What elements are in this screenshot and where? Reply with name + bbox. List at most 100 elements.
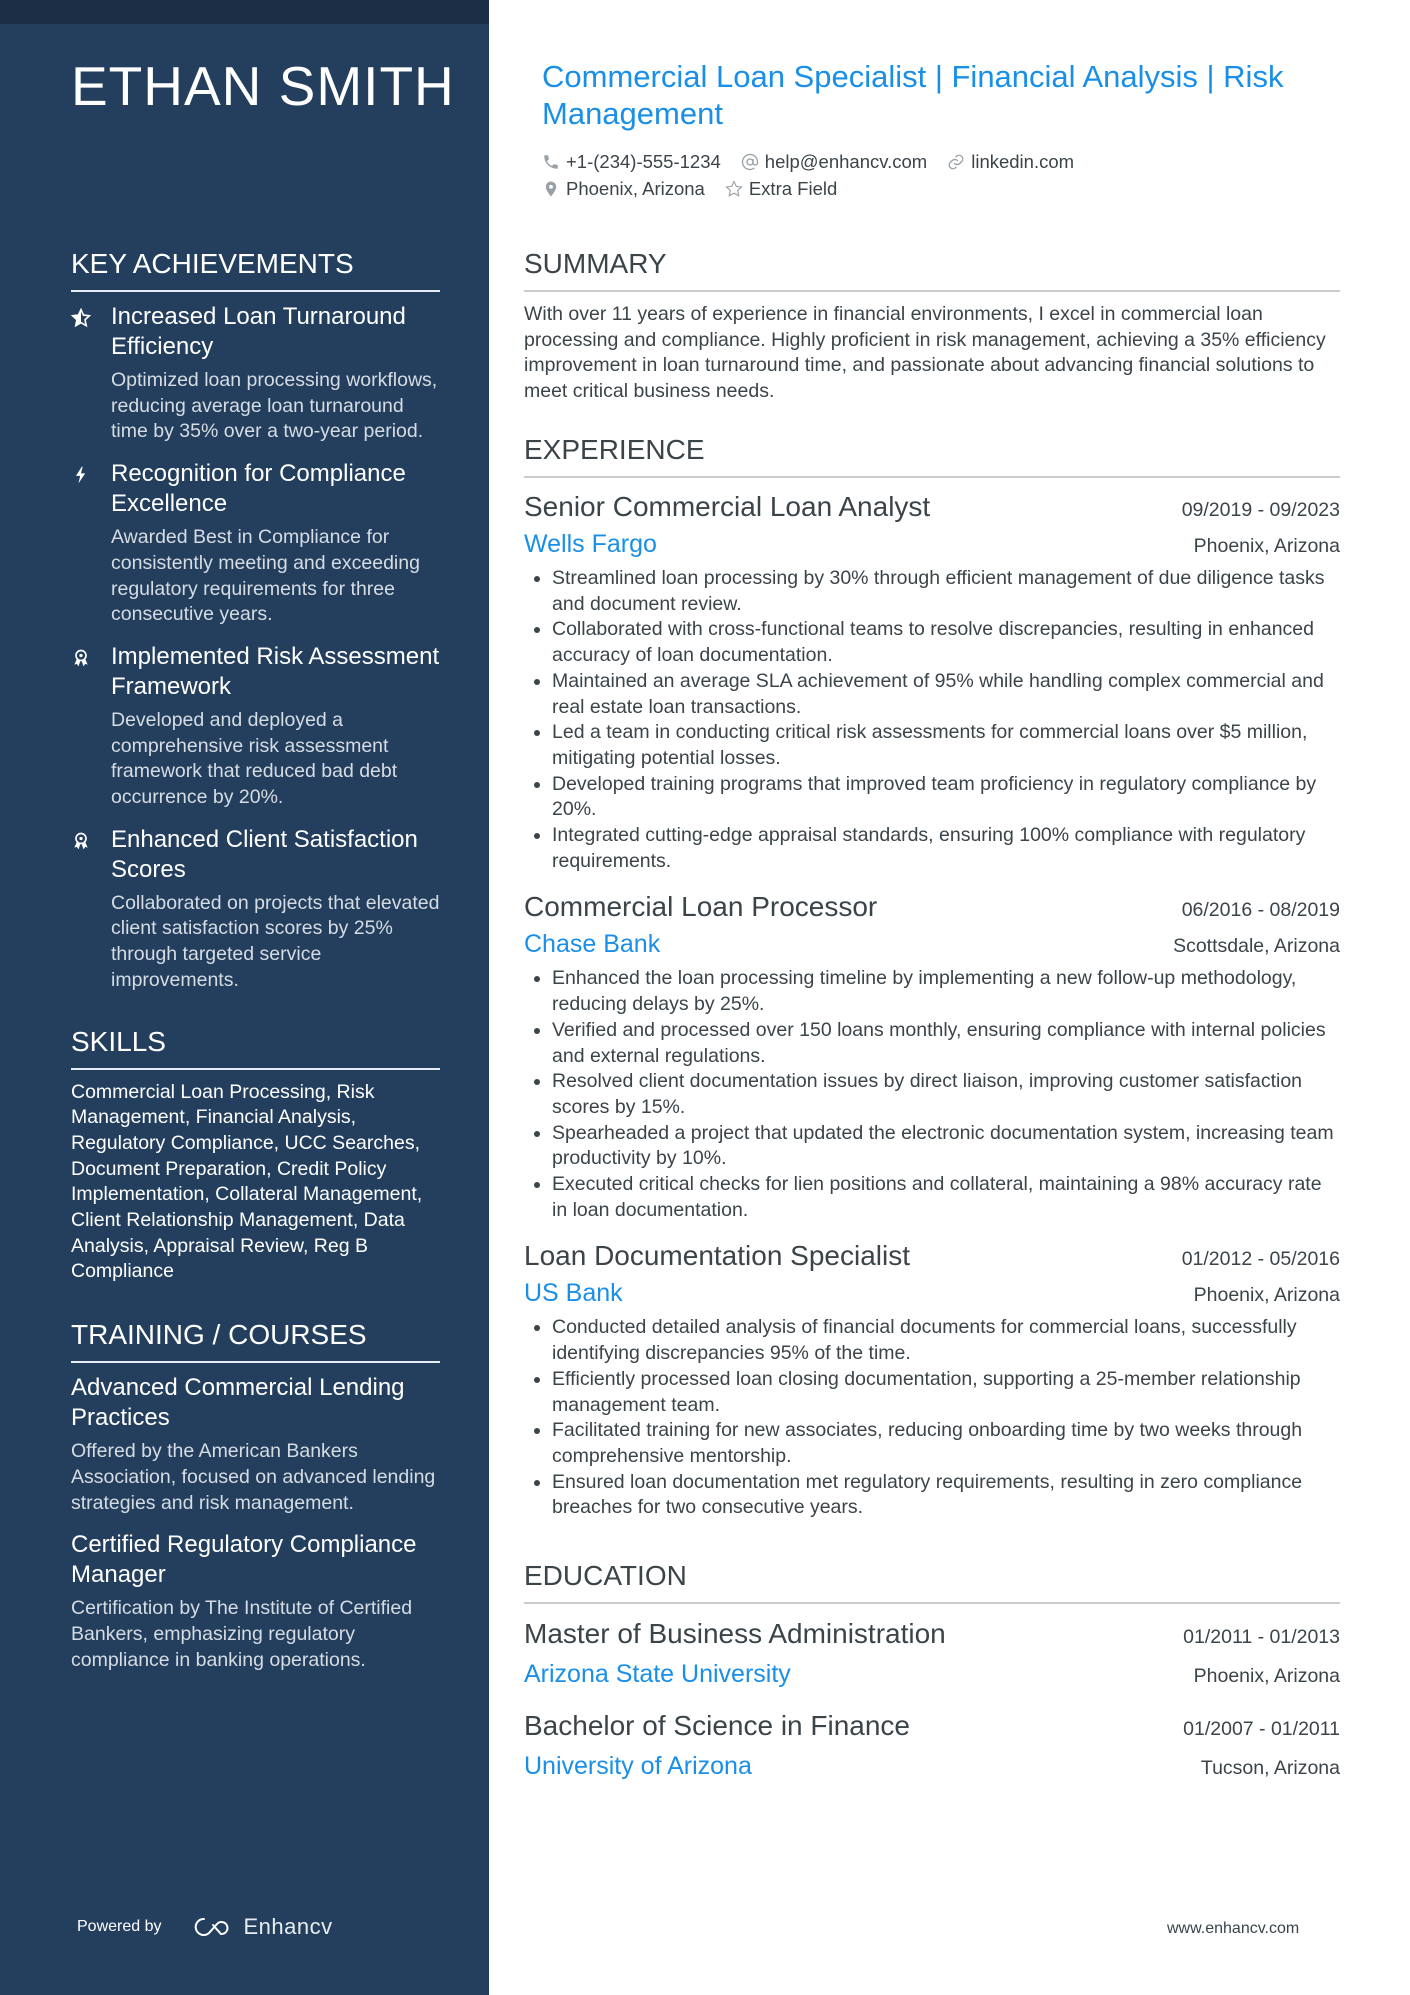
summary-text: With over 11 years of experience in fina… xyxy=(524,303,1326,403)
star-half-icon xyxy=(71,302,111,445)
key-achievements-heading: KEY ACHIEVEMENTS xyxy=(71,246,440,292)
job-company[interactable]: US Bank xyxy=(524,1275,623,1311)
education-entry: Master of Business Administration 01/201… xyxy=(524,1614,1340,1694)
sidebar: ETHAN SMITH KEY ACHIEVEMENTS Increased L… xyxy=(0,0,489,1995)
sidebar-content: KEY ACHIEVEMENTS Increased Loan Turnarou… xyxy=(71,246,440,1687)
contact-info: +1-(234)-555-1234 help@enhancv.com linke… xyxy=(542,148,1342,202)
course-item: Certified Regulatory Compliance Manager … xyxy=(71,1530,440,1673)
achievement-description: Optimized loan processing workflows, red… xyxy=(111,369,438,443)
job-location: Phoenix, Arizona xyxy=(1193,535,1340,557)
contact-phone[interactable]: +1-(234)-555-1234 xyxy=(542,151,721,173)
achievement-item: Increased Loan Turnaround Efficiency Opt… xyxy=(71,302,440,445)
education-dates: 01/2011 - 01/2013 xyxy=(1183,1626,1340,1648)
achievement-item: Enhanced Client Satisfaction Scores Coll… xyxy=(71,825,440,994)
achievement-description: Collaborated on projects that elevated c… xyxy=(111,891,440,991)
link-value: linkedin.com xyxy=(971,150,1075,172)
experience-heading: EXPERIENCE xyxy=(524,432,1340,478)
education-dates: 01/2007 - 01/2011 xyxy=(1183,1718,1340,1740)
job-dates: 01/2012 - 05/2016 xyxy=(1181,1248,1340,1271)
education-location: Tucson, Arizona xyxy=(1200,1757,1340,1779)
job-bullet: Conducted detailed analysis of financial… xyxy=(552,1315,1340,1366)
job-company[interactable]: Chase Bank xyxy=(524,926,660,962)
phone-icon xyxy=(544,154,558,169)
school[interactable]: Arizona State University xyxy=(524,1654,791,1694)
achievement-title: Recognition for Compliance Excellence xyxy=(111,460,406,518)
achievement-item: Implemented Risk Assessment Framework De… xyxy=(71,642,440,811)
job-bullets: Streamlined loan processing by 30% throu… xyxy=(524,566,1340,874)
enhancv-brand: Enhancv xyxy=(243,1914,333,1939)
location-pin-icon xyxy=(545,181,557,196)
contact-link[interactable]: linkedin.com xyxy=(947,151,1074,173)
phone-value: +1-(234)-555-1234 xyxy=(566,150,721,172)
job-bullet: Integrated cutting-edge appraisal standa… xyxy=(552,823,1340,874)
job-bullet: Spearheaded a project that updated the e… xyxy=(552,1121,1340,1172)
job-dates: 09/2019 - 09/2023 xyxy=(1181,499,1340,521)
contact-email[interactable]: help@enhancv.com xyxy=(741,151,927,173)
summary-section: SUMMARY With over 11 years of experience… xyxy=(524,246,1340,405)
course-description: Certification by The Institute of Certif… xyxy=(71,1597,413,1671)
contact-location: Phoenix, Arizona xyxy=(542,178,705,200)
achievement-title: Implemented Risk Assessment Framework xyxy=(111,642,440,700)
job-bullet: Executed critical checks for lien positi… xyxy=(552,1172,1340,1223)
at-icon xyxy=(741,153,758,170)
experience-section: EXPERIENCE Senior Commercial Loan Analys… xyxy=(524,432,1340,1535)
powered-by-label: Powered by xyxy=(77,1918,162,1935)
job-title: Loan Documentation Specialist xyxy=(524,1240,911,1272)
sidebar-top-strip xyxy=(0,0,489,24)
job-entry: Senior Commercial Loan Analyst 09/2019 -… xyxy=(524,488,1340,874)
achievement-title: Increased Loan Turnaround Efficiency xyxy=(111,303,406,360)
job-title: Senior Commercial Loan Analyst xyxy=(524,491,931,522)
degree: Master of Business Administration xyxy=(524,1618,946,1649)
education-location: Phoenix, Arizona xyxy=(1193,1665,1340,1687)
education-entry: Bachelor of Science in Finance 01/2007 -… xyxy=(524,1706,1340,1786)
achievement-item: Recognition for Compliance Excellence Aw… xyxy=(71,459,440,628)
job-title: Commercial Loan Processor xyxy=(524,891,878,923)
job-bullet: Led a team in conducting critical risk a… xyxy=(552,720,1340,771)
school[interactable]: University of Arizona xyxy=(524,1746,752,1786)
lightning-icon xyxy=(71,459,111,628)
education-section: EDUCATION Master of Business Administrat… xyxy=(524,1558,1340,1798)
achievement-title: Enhanced Client Satisfaction Scores xyxy=(111,825,418,883)
award-ribbon-icon xyxy=(71,642,111,811)
job-bullet: Resolved client documentation issues by … xyxy=(552,1069,1340,1120)
degree: Bachelor of Science in Finance xyxy=(524,1710,910,1741)
skills-heading: SKILLS xyxy=(71,1024,440,1070)
job-dates: 06/2016 - 08/2019 xyxy=(1181,899,1340,922)
education-heading: EDUCATION xyxy=(524,1558,1340,1604)
job-bullet: Enhanced the loan processing timeline by… xyxy=(552,966,1340,1017)
job-location: Phoenix, Arizona xyxy=(1193,1284,1340,1307)
job-bullet: Developed training programs that improve… xyxy=(552,772,1340,823)
course-item: Advanced Commercial Lending Practices Of… xyxy=(71,1373,440,1516)
email-value: help@enhancv.com xyxy=(764,150,928,172)
job-bullet: Facilitated training for new associates,… xyxy=(552,1418,1340,1469)
candidate-name: ETHAN SMITH xyxy=(71,55,455,117)
achievement-description: Developed and deployed a comprehensive r… xyxy=(111,708,398,809)
job-company[interactable]: Wells Fargo xyxy=(524,526,657,562)
summary-heading: SUMMARY xyxy=(524,246,1340,292)
course-title: Certified Regulatory Compliance Manager xyxy=(71,1531,417,1589)
job-entry: Commercial Loan Processor 06/2016 - 08/2… xyxy=(524,888,1340,1223)
training-section: TRAINING / COURSES Advanced Commercial L… xyxy=(71,1317,440,1673)
headline: Commercial Loan Specialist | Financial A… xyxy=(542,59,1284,131)
skills-section: SKILLS Commercial Loan Processing, Risk … xyxy=(71,1024,440,1286)
key-achievements-section: KEY ACHIEVEMENTS Increased Loan Turnarou… xyxy=(71,246,440,994)
course-description: Offered by the American Bankers Associat… xyxy=(71,1440,436,1514)
training-heading: TRAINING / COURSES xyxy=(71,1317,440,1364)
job-bullet: Efficiently processed loan closing docum… xyxy=(552,1367,1340,1418)
contact-extra: Extra Field xyxy=(725,178,837,200)
enhancv-logo: Enhancv xyxy=(190,1914,333,1940)
award-ribbon-icon xyxy=(71,825,111,994)
skills-list: Commercial Loan Processing, Risk Managem… xyxy=(71,1080,423,1283)
course-title: Advanced Commercial Lending Practices xyxy=(71,1374,405,1432)
job-bullets: Enhanced the loan processing timeline by… xyxy=(524,966,1340,1223)
enhancv-logo-icon xyxy=(194,1917,228,1936)
job-bullet: Verified and processed over 150 loans mo… xyxy=(552,1018,1340,1069)
powered-by[interactable]: Powered by Enhancv xyxy=(77,1914,333,1940)
link-icon xyxy=(948,154,964,169)
job-entry: Loan Documentation Specialist 01/2012 - … xyxy=(524,1237,1340,1521)
job-bullet: Collaborated with cross-functional teams… xyxy=(552,617,1340,668)
job-location: Scottsdale, Arizona xyxy=(1173,935,1340,958)
job-bullet: Maintained an average SLA achievement of… xyxy=(552,669,1340,720)
job-bullets: Conducted detailed analysis of financial… xyxy=(524,1315,1340,1521)
footer-url[interactable]: www.enhancv.com xyxy=(1167,1920,1299,1938)
